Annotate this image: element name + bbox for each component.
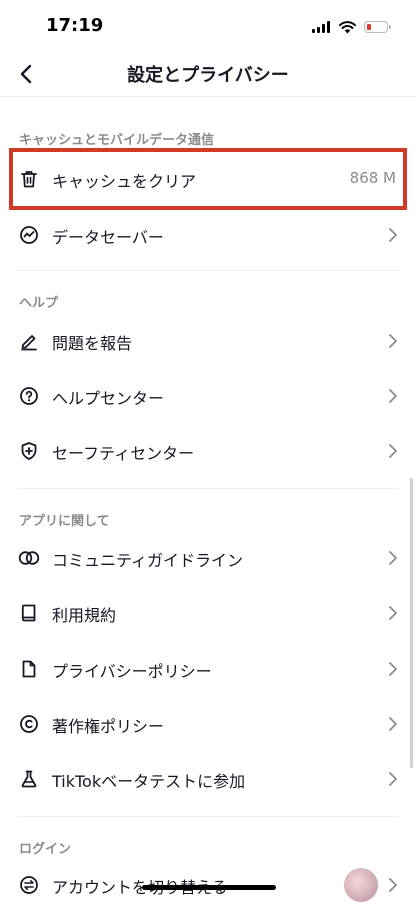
- battery-icon: [364, 21, 391, 33]
- copyright-policy-row[interactable]: 著作権ポリシー: [0, 699, 416, 749]
- copyright-policy-label: 著作権ポリシー: [52, 717, 165, 736]
- book-icon: [17, 601, 41, 625]
- avatar: [344, 868, 378, 902]
- section-header-cache: キャッシュとモバイルデータ通信: [19, 133, 215, 148]
- report-problem-row[interactable]: 問題を報告: [0, 316, 416, 366]
- section-header-help: ヘルプ: [19, 296, 59, 311]
- status-time: 17:19: [46, 15, 104, 36]
- help-center-label: ヘルプセンター: [52, 389, 165, 408]
- terms-of-service-row[interactable]: 利用規約: [0, 588, 416, 638]
- chevron-right-icon: [389, 717, 397, 731]
- page-title: 設定とプライバシー: [127, 65, 289, 86]
- document-icon: [17, 657, 41, 681]
- community-guidelines-label: コミュニティガイドライン: [52, 551, 244, 570]
- chevron-right-icon: [389, 772, 397, 786]
- section-header-login: ログイン: [19, 842, 72, 857]
- data-saver-icon: [17, 223, 41, 247]
- privacy-policy-row[interactable]: プライバシーポリシー: [0, 644, 416, 694]
- chevron-right-icon: [389, 662, 397, 676]
- shield-plus-icon: [17, 439, 41, 463]
- nav-bar: 設定とプライバシー: [0, 52, 416, 97]
- chevron-right-icon: [389, 334, 397, 348]
- chevron-right-icon: [389, 444, 397, 458]
- terms-of-service-label: 利用規約: [52, 606, 117, 625]
- battery-level: [367, 24, 371, 30]
- section-divider: [17, 270, 399, 271]
- chevron-right-icon: [389, 551, 397, 565]
- safety-center-row[interactable]: セーフティセンター: [0, 426, 416, 476]
- status-icons: [312, 18, 391, 36]
- question-circle-icon: [17, 384, 41, 408]
- flask-icon: [17, 767, 41, 791]
- data-saver-row[interactable]: データセーバー: [0, 210, 416, 260]
- wifi-icon: [339, 20, 356, 33]
- linked-circles-icon: [17, 546, 41, 570]
- section-divider: [17, 488, 399, 489]
- highlight-box: [9, 148, 407, 210]
- chevron-right-icon: [389, 606, 397, 620]
- copyright-icon: [17, 712, 41, 736]
- switch-arrows-icon: [17, 873, 41, 897]
- section-header-about: アプリに関して: [19, 514, 110, 529]
- beta-test-label: TikTokベータテストに参加: [52, 772, 246, 791]
- signal-icon: [312, 21, 330, 33]
- community-guidelines-row[interactable]: コミュニティガイドライン: [0, 533, 416, 583]
- data-saver-label: データセーバー: [52, 228, 164, 247]
- chevron-right-icon: [389, 389, 397, 403]
- home-indicator: [142, 885, 276, 890]
- scrollbar[interactable]: [410, 478, 413, 768]
- status-bar: 17:19: [0, 0, 416, 52]
- pencil-icon: [17, 329, 41, 353]
- section-divider: [17, 816, 399, 817]
- safety-center-label: セーフティセンター: [52, 444, 195, 463]
- report-problem-label: 問題を報告: [52, 334, 133, 353]
- help-center-row[interactable]: ヘルプセンター: [0, 371, 416, 421]
- chevron-right-icon: [389, 878, 397, 892]
- beta-test-row[interactable]: TikTokベータテストに参加: [0, 754, 416, 804]
- chevron-right-icon: [389, 228, 397, 242]
- privacy-policy-label: プライバシーポリシー: [52, 662, 212, 681]
